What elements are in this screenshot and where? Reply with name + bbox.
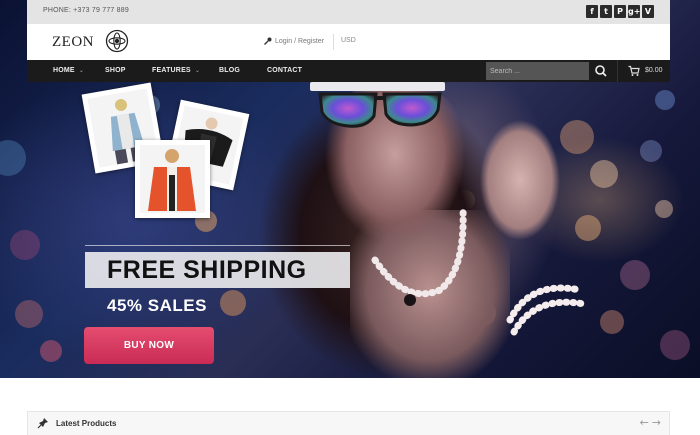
necklace-image (371, 206, 467, 306)
product-photo-coat[interactable] (135, 140, 210, 218)
carousel-arrows: ← → (640, 416, 661, 429)
search-input[interactable] (486, 62, 589, 80)
key-icon (264, 37, 272, 45)
buy-now-button[interactable]: BUY NOW (84, 327, 214, 364)
google-plus-icon[interactable]: g+ (628, 5, 640, 18)
nav-item-home[interactable]: HOME ⌄ (53, 67, 84, 74)
login-register-label: Login / Register (275, 37, 325, 45)
nav-item-home-label: HOME (53, 67, 75, 74)
pinterest-icon[interactable]: P (614, 5, 626, 18)
facebook-icon[interactable]: f (586, 5, 598, 18)
nav-item-features-label: FEATURES (152, 67, 191, 74)
logo-text[interactable]: ZEON (52, 34, 94, 51)
tumblr-icon[interactable]: t (600, 5, 612, 18)
arrow-right-icon[interactable]: → (652, 416, 661, 429)
search-icon[interactable] (593, 63, 609, 79)
nav-item-shop[interactable]: SHOP (105, 67, 126, 74)
vimeo-icon[interactable]: V (642, 5, 654, 18)
site-header: ZEON Login / Register USD (27, 24, 670, 60)
latest-products-title: Latest Products (56, 419, 117, 428)
login-register-link[interactable]: Login / Register (264, 37, 324, 45)
chevron-down-icon: ⌄ (194, 68, 201, 74)
sunglasses-image (318, 92, 442, 128)
hero-subline: 45% SALES (107, 296, 207, 315)
cart-total[interactable]: $0.00 (645, 67, 663, 74)
nav-item-blog[interactable]: BLOG (219, 67, 240, 74)
header-divider (333, 34, 334, 50)
top-bar: PHONE: +373 79 777 889 f t P g+ V (27, 0, 670, 24)
main-nav: HOME⌄ SHOP FEATURES⌄ BLOG CONTACT $0.00 (27, 60, 670, 82)
phone-number: PHONE: +373 79 777 889 (43, 7, 129, 14)
social-links: f t P g+ V (586, 5, 654, 18)
arrow-left-icon[interactable]: ← (640, 416, 649, 429)
nav-divider (617, 60, 618, 82)
bracelet-image (506, 284, 588, 336)
nav-item-contact[interactable]: CONTACT (267, 67, 302, 74)
chevron-down-icon: ⌄ (78, 68, 85, 74)
hero-headline: FREE SHIPPING (107, 256, 307, 284)
logo-icon[interactable] (105, 29, 129, 53)
model-hand (480, 120, 565, 250)
latest-products-header: Latest Products ← → (27, 411, 670, 435)
nav-item-features[interactable]: FEATURES ⌄ (152, 67, 200, 74)
page: PHONE: +373 79 777 889 f t P g+ V ZEON L… (0, 0, 700, 435)
headline-rule (85, 245, 350, 246)
currency-selector[interactable]: USD (341, 37, 356, 44)
pin-icon (37, 418, 48, 429)
cart-icon[interactable] (628, 65, 640, 77)
